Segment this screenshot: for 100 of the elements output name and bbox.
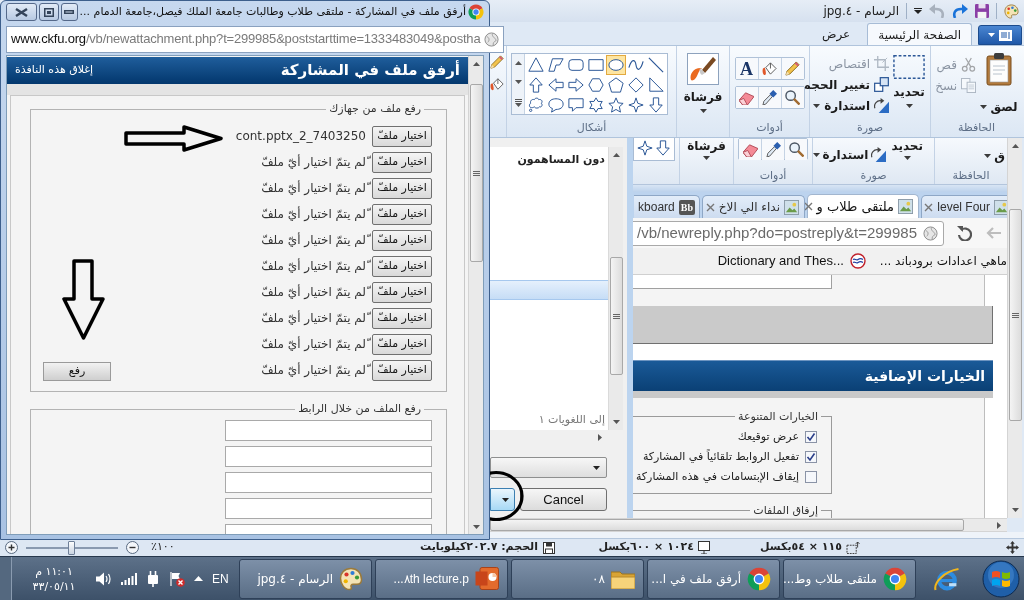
ribbon-tab[interactable]: الصفحة الرئيسية: [867, 23, 972, 45]
checkbox[interactable]: [805, 471, 817, 483]
scroll-thumb[interactable]: [609, 257, 623, 375]
shape-option[interactable]: [546, 55, 566, 75]
save-icon[interactable]: [975, 4, 989, 18]
text-area[interactable]: [633, 275, 832, 289]
ribbon-command[interactable]: استدارة: [801, 96, 889, 115]
browser-tab[interactable]: نداء الي الاخ: [702, 195, 805, 218]
shape-option[interactable]: [606, 75, 626, 95]
zoom-slider[interactable]: [26, 540, 118, 555]
shape-option[interactable]: [646, 75, 666, 95]
language-indicator[interactable]: EN: [212, 569, 229, 588]
slider-thumb[interactable]: [68, 540, 75, 555]
shape-option[interactable]: [586, 75, 606, 95]
scroll-down-icon[interactable]: [514, 80, 522, 84]
caret-icon[interactable]: [914, 8, 922, 14]
scroll-right-icon[interactable]: [598, 434, 602, 441]
choose-file-button[interactable]: اختيار ملفّ: [372, 333, 432, 355]
fill-bucket-icon[interactable]: [490, 77, 504, 91]
scroll-thumb[interactable]: [469, 84, 483, 262]
show-hidden-icons-icon[interactable]: [194, 576, 203, 581]
bookmark[interactable]: Dictionary and Thes...: [717, 253, 866, 269]
bookmark[interactable]: ماهي اعدادات برودباند ...: [879, 254, 1007, 268]
list-item[interactable]: إلى اللغويات ١: [490, 413, 608, 427]
close-window-link[interactable]: إغلاق هذه النافذة: [15, 62, 94, 79]
magnifier-button[interactable]: [781, 87, 804, 108]
shape-option[interactable]: [546, 95, 566, 115]
scroll-up-icon[interactable]: [514, 61, 522, 66]
vertical-scrollbar[interactable]: [608, 147, 623, 430]
zoom-in-icon[interactable]: [5, 541, 18, 554]
brushes-button[interactable]: فرشاة: [687, 138, 726, 168]
url-field[interactable]: [225, 420, 432, 441]
browser-tab[interactable]: kboard Bb: [634, 195, 700, 218]
vertical-scrollbar[interactable]: [1007, 138, 1022, 518]
speaker-icon[interactable]: [96, 571, 112, 586]
minimize-button[interactable]: [60, 3, 78, 21]
shape-option[interactable]: [526, 75, 546, 95]
choose-file-button[interactable]: اختيار ملفّ: [372, 177, 432, 199]
show-desktop-button[interactable]: [0, 556, 12, 600]
checkbox[interactable]: [805, 431, 817, 443]
shape-option[interactable]: [546, 75, 566, 95]
choose-file-button[interactable]: اختيار ملفّ: [372, 307, 432, 329]
power-plug-icon[interactable]: [146, 570, 160, 587]
restore-button[interactable]: [39, 3, 59, 21]
choose-file-button[interactable]: اختيار ملفّ: [372, 203, 432, 225]
color-picker-button[interactable]: [762, 139, 784, 160]
shape-option[interactable]: [586, 95, 606, 115]
text-tool-button[interactable]: A: [735, 58, 758, 79]
choose-file-button[interactable]: اختيار ملفّ: [372, 255, 432, 277]
paste-button[interactable]: ق: [984, 149, 1005, 163]
taskbar-button[interactable]: ٨th lecture.p...: [375, 558, 508, 599]
select-button[interactable]: تحديد: [893, 54, 925, 121]
brushes-button[interactable]: فرشاة: [683, 53, 723, 121]
close-icon[interactable]: [705, 202, 715, 212]
checkbox[interactable]: [805, 451, 817, 463]
taskbar-button[interactable]: ٠٨: [511, 558, 644, 599]
close-button[interactable]: [6, 3, 38, 21]
shape-option[interactable]: [626, 75, 646, 95]
choose-file-button[interactable]: اختيار ملفّ: [372, 229, 432, 251]
four-point-star-shape-icon[interactable]: [637, 140, 653, 156]
horizontal-scrollbar[interactable]: [490, 518, 1007, 532]
shape-option[interactable]: [646, 95, 666, 115]
ribbon-command[interactable]: استدارة: [812, 147, 887, 162]
scroll-thumb[interactable]: [1008, 209, 1022, 421]
clock[interactable]: ١١:٠١ م ٣٣/٠٥/١١: [21, 563, 87, 594]
scroll-right-icon[interactable]: [997, 521, 1001, 529]
outline-pencil-icon[interactable]: [490, 55, 504, 69]
url-field[interactable]: [225, 472, 432, 493]
url-field[interactable]: [225, 498, 432, 519]
address-field[interactable]: /vb/newreply.php?do=postreply&t=299985: [633, 220, 944, 246]
shape-option[interactable]: [566, 75, 586, 95]
scroll-up-icon[interactable]: [1011, 144, 1019, 148]
app-menu-button[interactable]: [978, 25, 1022, 45]
zoom-out-icon[interactable]: [126, 541, 139, 554]
list-item[interactable]: دون المساهمون: [490, 153, 608, 167]
shape-option[interactable]: [606, 55, 626, 75]
fill-button[interactable]: [758, 58, 781, 79]
more-icon[interactable]: [514, 98, 522, 107]
upload-button[interactable]: رفع: [43, 362, 111, 381]
shape-option[interactable]: [606, 95, 626, 115]
ribbon-tab[interactable]: عرض: [810, 23, 862, 45]
ribbon-command[interactable]: تغيير الحجم: [801, 75, 889, 94]
pencil-button[interactable]: [781, 58, 804, 79]
scroll-down-icon[interactable]: [1011, 508, 1019, 512]
shape-option[interactable]: [526, 55, 546, 75]
eraser-button[interactable]: [735, 87, 758, 108]
eraser-button[interactable]: [739, 139, 761, 160]
undo-icon[interactable]: [952, 4, 968, 18]
dropdown-button[interactable]: [490, 488, 515, 511]
palette-icon[interactable]: [1004, 3, 1019, 19]
address-field[interactable]: www.ckfu.org/vb/newattachment.php?t=299985&poststarttime=1333483049&postha: [6, 25, 505, 53]
down-arrow-shape-icon[interactable]: [655, 140, 671, 156]
magnifier-button[interactable]: [785, 139, 807, 160]
color-picker-button[interactable]: [758, 87, 781, 108]
choose-file-button[interactable]: اختيار ملفّ: [372, 359, 432, 381]
scroll-thumb[interactable]: [490, 519, 964, 531]
cancel-button[interactable]: Cancel: [520, 488, 607, 511]
scroll-up-icon[interactable]: [472, 61, 480, 66]
dropdown[interactable]: [490, 457, 607, 478]
vertical-scrollbar[interactable]: [468, 56, 483, 534]
